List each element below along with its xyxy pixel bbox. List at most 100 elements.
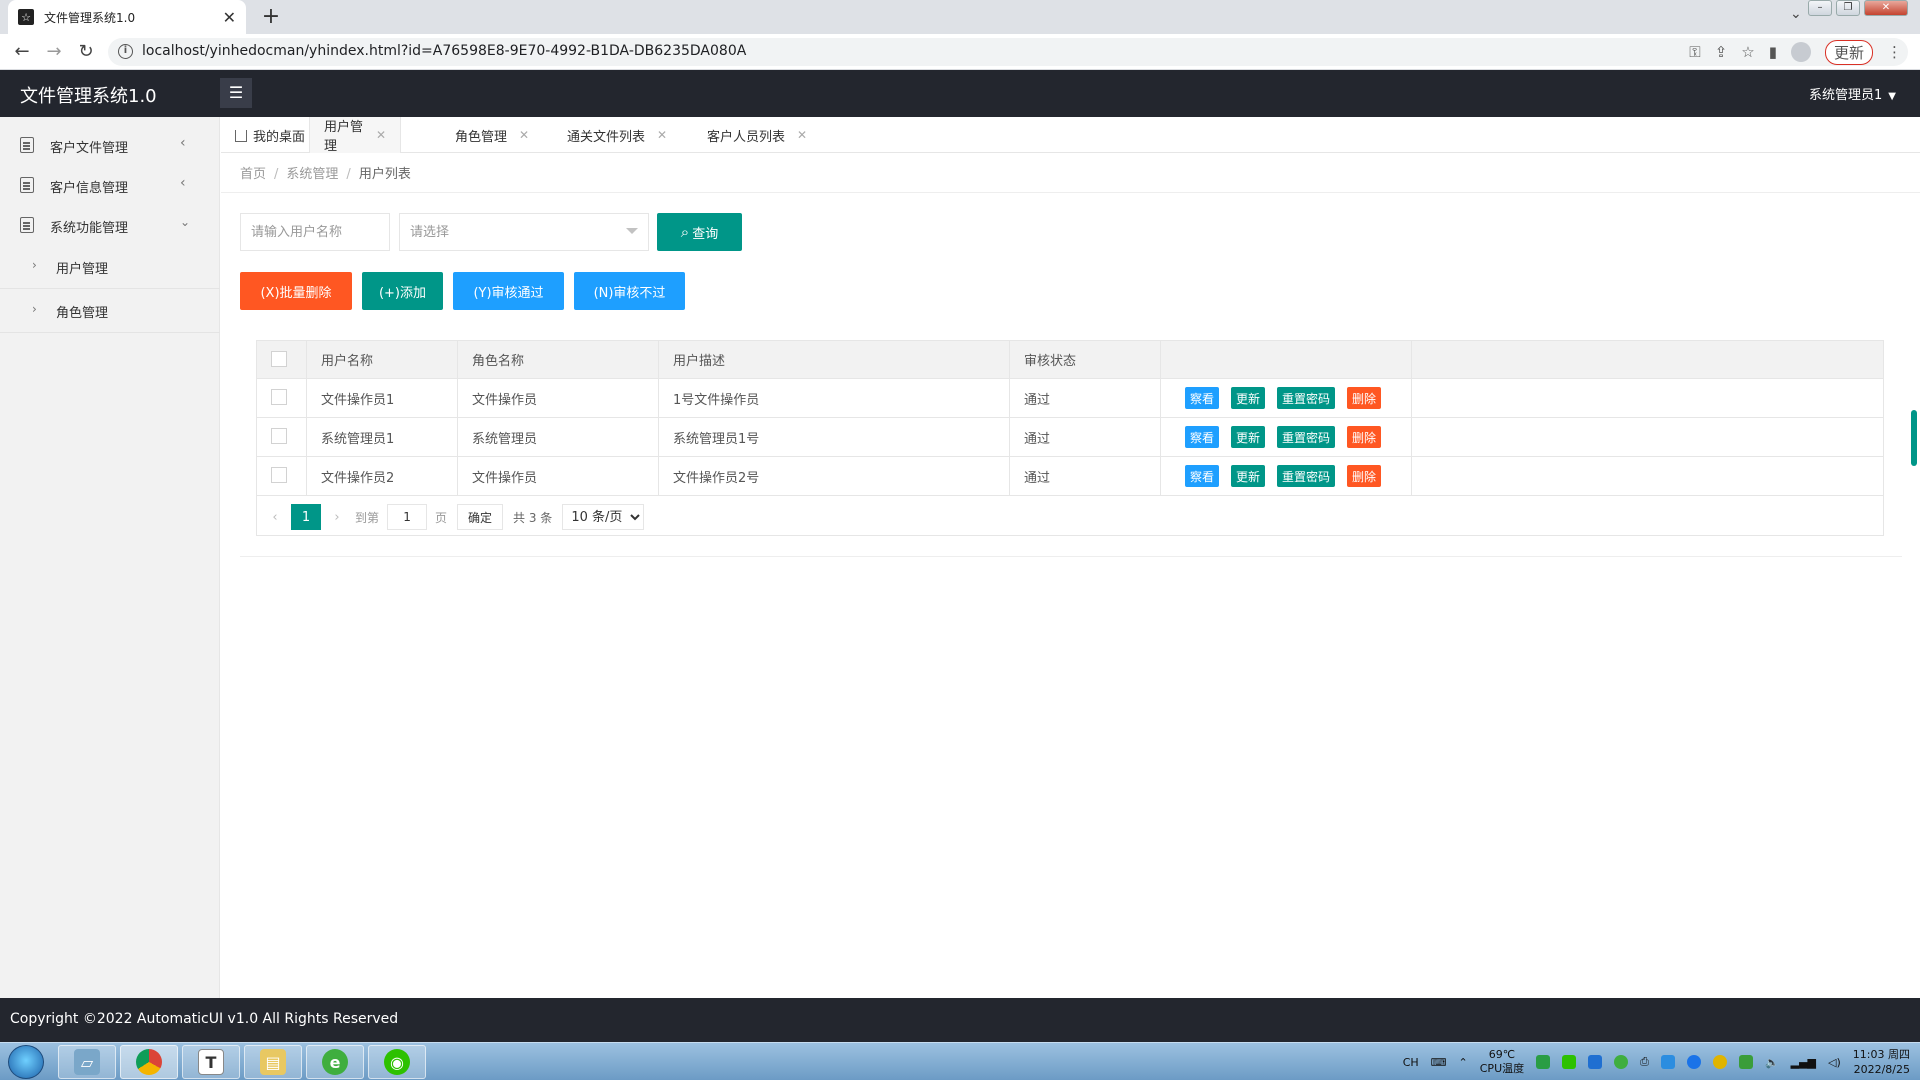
scrollbar-thumb[interactable]: [1911, 410, 1917, 466]
reset-password-button[interactable]: 重置密码: [1277, 387, 1336, 409]
header-role: 角色名称: [458, 341, 659, 378]
sidebar-subitem-users[interactable]: › 用户管理: [0, 245, 220, 289]
shield-icon[interactable]: [1660, 1055, 1675, 1069]
window-close-icon[interactable]: ✕: [1864, 0, 1908, 16]
volume-icon[interactable]: 🔈: [1765, 1056, 1779, 1069]
user-table: 用户名称 角色名称 用户描述 审核状态 文件操作员1 文件操作员 1号文件操作员…: [256, 340, 1884, 536]
delete-button[interactable]: 删除: [1347, 387, 1382, 409]
taskbar-app-desktop[interactable]: ▱: [58, 1045, 116, 1079]
delete-button[interactable]: 删除: [1347, 465, 1382, 487]
row-checkbox[interactable]: [271, 428, 287, 444]
total-count: 共 3 条: [513, 510, 553, 525]
wechat-icon: ◉: [384, 1049, 410, 1075]
network-icon[interactable]: ▂▄▆: [1791, 1056, 1816, 1069]
restore-icon[interactable]: ❐: [1836, 0, 1860, 16]
share-icon[interactable]: ⇪: [1715, 43, 1728, 61]
sidebar-item-system[interactable]: 系统功能管理 ⌄: [0, 205, 220, 245]
address-bar[interactable]: i localhost/yinhedocman/yhindex.html?id=…: [108, 38, 1908, 66]
view-button[interactable]: 察看: [1185, 387, 1220, 409]
profile-icon[interactable]: [1790, 42, 1811, 62]
close-tab-icon[interactable]: ✕: [223, 8, 236, 27]
username-search-input[interactable]: [240, 213, 390, 251]
tab-customs-files[interactable]: 通关文件列表 ✕: [567, 117, 667, 153]
tab-customer-staff[interactable]: 客户人员列表 ✕: [707, 117, 807, 153]
reload-icon[interactable]: ↻: [74, 40, 98, 64]
role-select[interactable]: [399, 213, 649, 251]
breadcrumb-section[interactable]: 系统管理: [286, 167, 338, 182]
add-button[interactable]: (+)添加: [362, 272, 443, 310]
tray-app-icon[interactable]: [1686, 1055, 1701, 1069]
sidebar-item-customer-info[interactable]: 客户信息管理 ‹: [0, 165, 220, 205]
minimize-icon[interactable]: –: [1808, 0, 1832, 16]
tab-users[interactable]: 用户管理 ✕: [309, 117, 401, 154]
delete-button[interactable]: 删除: [1347, 426, 1382, 448]
clock[interactable]: 11:03 周四 2022/8/25: [1853, 1047, 1910, 1077]
row-checkbox[interactable]: [271, 389, 287, 405]
wechat-tray-icon[interactable]: [1562, 1055, 1577, 1069]
next-page-icon[interactable]: ›: [325, 510, 349, 525]
tray-app-icon[interactable]: [1614, 1055, 1629, 1069]
side-panel-icon[interactable]: ▮: [1769, 43, 1777, 61]
reset-password-button[interactable]: 重置密码: [1277, 465, 1336, 487]
select-all-checkbox[interactable]: [271, 351, 287, 367]
start-button-icon[interactable]: [8, 1045, 44, 1079]
tab-desktop[interactable]: 我的桌面: [235, 117, 305, 153]
bookmark-star-icon[interactable]: ☆: [1741, 43, 1754, 61]
taskbar-app-typora[interactable]: T: [182, 1045, 240, 1079]
page-size-select[interactable]: 10 条/页: [562, 504, 645, 530]
back-icon[interactable]: ←: [10, 40, 34, 64]
browser-tab[interactable]: ☆ 文件管理系统1.0 ✕: [8, 0, 246, 34]
tray-app-icon[interactable]: [1536, 1055, 1551, 1069]
user-menu[interactable]: 系统管理员1 ▼: [1809, 84, 1896, 103]
taskbar-app-explorer[interactable]: ▤: [244, 1045, 302, 1079]
approve-button[interactable]: (Y)审核通过: [453, 272, 564, 310]
update-button[interactable]: 更新: [1231, 465, 1266, 487]
view-button[interactable]: 察看: [1185, 426, 1220, 448]
update-button[interactable]: 更新: [1824, 39, 1873, 65]
view-button[interactable]: 察看: [1185, 465, 1220, 487]
goto-confirm-button[interactable]: 确定: [457, 504, 504, 530]
current-page-button[interactable]: 1: [291, 504, 321, 530]
browser-tabstrip: ☆ 文件管理系统1.0 ✕ + ⌄ – ❐ ✕: [0, 0, 1920, 34]
input-language[interactable]: CH: [1403, 1056, 1419, 1069]
row-checkbox[interactable]: [271, 467, 287, 483]
app-logo: 文件管理系统1.0: [20, 86, 157, 107]
breadcrumb-home[interactable]: 首页: [240, 167, 266, 182]
tab-search-icon[interactable]: ⌄: [1790, 6, 1802, 22]
key-icon[interactable]: ⚿: [1689, 43, 1700, 61]
tab-close-icon[interactable]: ✕: [519, 128, 529, 142]
taskbar-app-refresh[interactable]: e: [306, 1045, 364, 1079]
tray-app-icon[interactable]: [1588, 1055, 1603, 1069]
sidebar-subitem-roles[interactable]: › 角色管理: [0, 289, 220, 333]
window-controls: – ❐ ✕: [1808, 0, 1908, 16]
user-name: 系统管理员1: [1809, 88, 1883, 103]
update-button[interactable]: 更新: [1231, 426, 1266, 448]
taskbar-app-wechat[interactable]: ◉: [368, 1045, 426, 1079]
goto-page-input[interactable]: [387, 504, 428, 530]
reset-password-button[interactable]: 重置密码: [1277, 426, 1336, 448]
menu-dots-icon[interactable]: ⋮: [1887, 43, 1902, 61]
url-text[interactable]: localhost/yinhedocman/yhindex.html?id=A7…: [142, 43, 746, 59]
prev-page-icon[interactable]: ‹: [263, 510, 287, 525]
menu-toggle-icon[interactable]: ☰: [220, 78, 252, 108]
forward-icon[interactable]: →: [42, 40, 66, 64]
tray-expand-icon[interactable]: ⌃: [1459, 1056, 1468, 1069]
speaker-icon[interactable]: ◁): [1828, 1056, 1841, 1069]
tab-close-icon[interactable]: ✕: [797, 128, 807, 142]
batch-delete-button[interactable]: (X)批量删除: [240, 272, 352, 310]
query-button[interactable]: ⌕ 查询: [657, 213, 742, 251]
tab-roles[interactable]: 角色管理 ✕: [455, 117, 529, 153]
keyboard-icon[interactable]: ⌨: [1431, 1056, 1447, 1069]
printer-icon[interactable]: ⎙: [1640, 1055, 1649, 1069]
reject-button[interactable]: (N)审核不过: [574, 272, 685, 310]
update-button[interactable]: 更新: [1231, 387, 1266, 409]
tray-app-icon[interactable]: [1712, 1055, 1727, 1069]
security-icon[interactable]: [1738, 1055, 1753, 1069]
new-tab-button[interactable]: +: [258, 4, 284, 30]
tab-close-icon[interactable]: ✕: [657, 128, 667, 142]
tab-close-icon[interactable]: ✕: [376, 128, 386, 142]
taskbar-app-chrome[interactable]: [120, 1045, 178, 1079]
cpu-temp[interactable]: 69℃ CPU温度: [1480, 1048, 1524, 1076]
site-info-icon[interactable]: i: [118, 44, 133, 59]
sidebar-item-customer-files[interactable]: 客户文件管理 ‹: [0, 125, 220, 165]
